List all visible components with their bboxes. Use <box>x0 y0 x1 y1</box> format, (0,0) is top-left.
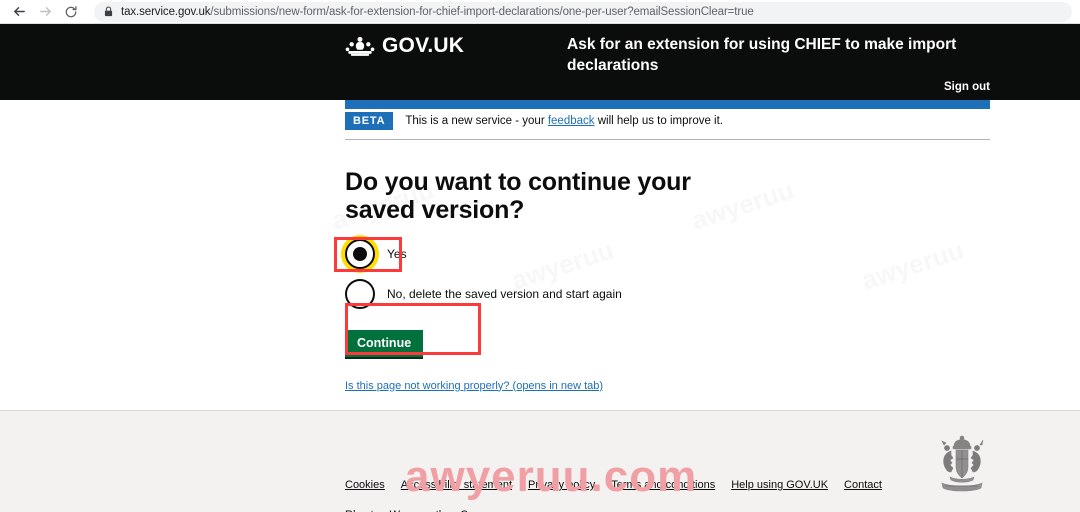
royal-coat-of-arms-icon <box>926 429 998 501</box>
page-not-working-link[interactable]: Is this page not working properly? (open… <box>345 380 603 392</box>
forward-button[interactable] <box>32 1 58 23</box>
browser-toolbar: tax.service.gov.uk/submissions/new-form/… <box>0 0 1080 24</box>
arrow-left-icon <box>12 4 27 19</box>
screenshot-root: tax.service.gov.uk/submissions/new-form/… <box>0 0 1080 512</box>
radio-option-yes[interactable]: Yes <box>345 237 990 271</box>
radio-option-no[interactable]: No, delete the saved version and start a… <box>345 277 990 311</box>
header-accent-bar <box>345 100 990 109</box>
footer-link-welsh-services[interactable]: Rhestr o Wasanaethau Cymraeg <box>345 509 505 512</box>
sign-out-link[interactable]: Sign out <box>944 81 990 93</box>
govuk-logo[interactable]: GOV.UK <box>345 34 464 58</box>
reload-icon <box>64 5 78 19</box>
url-host: tax.service.gov.uk <box>121 5 211 18</box>
address-bar-url: tax.service.gov.uk/submissions/new-form/… <box>121 6 754 18</box>
url-path: /submissions/new-form/ask-for-extension-… <box>210 5 754 18</box>
radio-label-yes: Yes <box>387 246 407 261</box>
phase-banner: BETA This is a new service - your feedba… <box>345 112 990 140</box>
page-title: Do you want to continue your saved versi… <box>345 168 691 225</box>
back-button[interactable] <box>6 1 32 23</box>
page-footer: Cookies Accessibility statement Privacy po… <box>0 410 1080 512</box>
radio-label-no: No, delete the saved version and start a… <box>387 286 622 301</box>
govuk-header: GOV.UK Ask for an extension for using CH… <box>0 24 1080 100</box>
reload-button[interactable] <box>58 1 84 23</box>
continue-button-wrapper: Continue <box>345 329 990 359</box>
footer-link-contact[interactable]: Contact <box>844 479 882 491</box>
radio-button-no[interactable] <box>345 278 375 309</box>
phase-text-before: This is a new service - your <box>405 115 548 127</box>
continue-button[interactable]: Continue <box>345 329 424 359</box>
footer-link-privacy-policy[interactable]: Privacy policy <box>528 479 595 491</box>
footer-links: Cookies Accessibility statement Privacy po… <box>345 469 945 512</box>
phase-text-after: will help us to improve it. <box>594 115 723 127</box>
govuk-brand-text: GOV.UK <box>382 34 465 57</box>
footer-link-help-using-govuk[interactable]: Help using GOV.UK <box>731 479 828 491</box>
radio-button-yes[interactable] <box>345 238 375 269</box>
beta-tag: BETA <box>345 112 394 130</box>
footer-link-accessibility-statement[interactable]: Accessibility statement <box>401 479 512 491</box>
footer-link-cookies[interactable]: Cookies <box>345 479 385 491</box>
footer-link-terms-and-conditions[interactable]: Terms and conditions <box>611 479 715 491</box>
service-name: Ask for an extension for using CHIEF to … <box>567 36 957 74</box>
radio-group: Yes No, delete the saved version and sta… <box>345 237 990 311</box>
crown-icon <box>345 35 375 57</box>
address-bar[interactable]: tax.service.gov.uk/submissions/new-form/… <box>94 1 1072 22</box>
lock-icon <box>104 6 113 17</box>
phase-banner-text: This is a new service - your feedback wi… <box>405 115 723 127</box>
arrow-right-icon <box>38 4 53 19</box>
feedback-link[interactable]: feedback <box>548 115 595 127</box>
main-content: Do you want to continue your saved versi… <box>345 168 990 394</box>
